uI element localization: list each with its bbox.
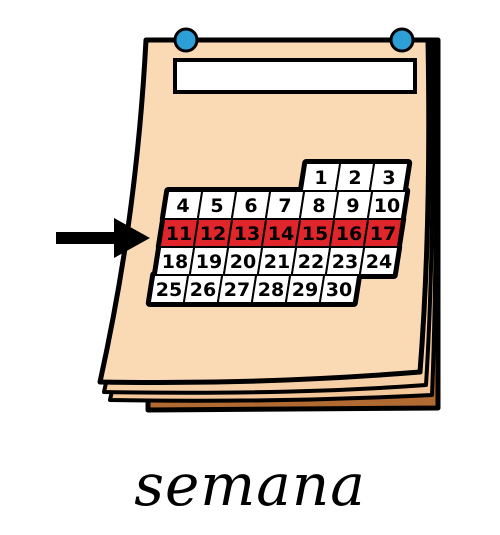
calendar-day-number: 2: [348, 167, 361, 189]
calendar-day-number: 21: [264, 251, 290, 273]
calendar-day-number: 1: [314, 167, 327, 189]
calendar-day-number: 17: [370, 223, 396, 245]
calendar-day-number: 6: [244, 195, 257, 217]
calendar-day-number: 28: [258, 279, 284, 301]
calendar-day-number: 20: [230, 251, 256, 273]
calendar-day-number: 13: [234, 223, 260, 245]
calendar-day-number: 30: [326, 279, 352, 301]
calendar-day-number: 16: [336, 223, 362, 245]
calendar-day-number: 22: [298, 251, 324, 273]
pin-left-icon: [173, 27, 199, 53]
calendar-day-number: 29: [292, 279, 318, 301]
calendar-day-number: 19: [196, 251, 222, 273]
calendar-title-box: [173, 58, 417, 94]
calendar-day-number: 10: [374, 195, 400, 217]
calendar-day-number: 23: [332, 251, 358, 273]
calendar-day-number: 27: [224, 279, 250, 301]
calendar-day-number: 18: [162, 251, 188, 273]
caption-word: semana: [134, 451, 366, 519]
calendar-day-number: 3: [382, 167, 395, 189]
calendar-day-number: 7: [278, 195, 291, 217]
calendar-day-number: 4: [176, 195, 189, 217]
calendar-day-number: 5: [210, 195, 223, 217]
calendar-day-number: 15: [302, 223, 328, 245]
calendar-day-number: 14: [268, 223, 294, 245]
calendar-day-number: 8: [312, 195, 325, 217]
calendar-day-number: 12: [200, 223, 226, 245]
calendar-day-number: 11: [166, 223, 192, 245]
calendar-day-number: 9: [346, 195, 359, 217]
calendar-day-number: 24: [366, 251, 392, 273]
calendar-day-number: 25: [156, 279, 182, 301]
pin-right-icon: [389, 27, 415, 53]
calendar-day-number: 26: [190, 279, 216, 301]
